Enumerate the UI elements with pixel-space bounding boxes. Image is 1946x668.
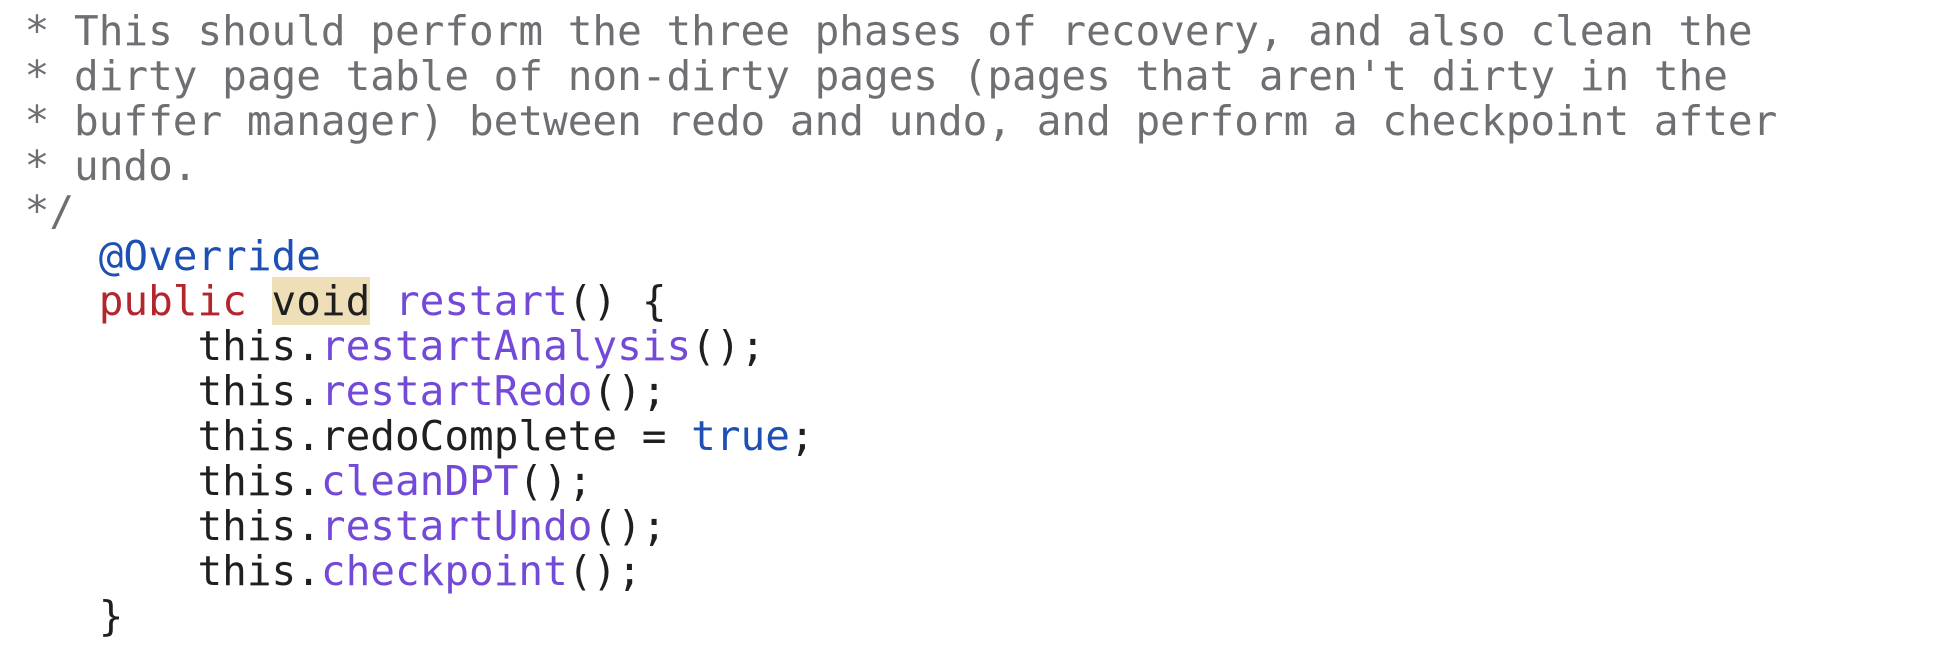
- closing-line: }: [0, 594, 1777, 639]
- receiver: this.: [197, 502, 321, 550]
- closing-brace: }: [98, 592, 124, 640]
- call-suffix: ();: [518, 457, 593, 505]
- code-block: * This should perform the three phases o…: [0, 7, 1778, 639]
- receiver: this.: [197, 547, 321, 595]
- public-keyword: public: [98, 277, 247, 325]
- receiver: this.: [197, 457, 321, 505]
- statement-end: ;: [789, 412, 815, 460]
- method-call-restart-redo: restartRedo: [320, 367, 593, 415]
- method-call-restart-analysis: restartAnalysis: [320, 322, 692, 370]
- receiver: this.: [197, 322, 321, 370]
- receiver: this.: [197, 412, 321, 460]
- doc-comment-line: * This should perform the three phases o…: [0, 7, 1753, 55]
- true-literal: true: [691, 412, 790, 460]
- receiver: this.: [197, 367, 321, 415]
- method-call-checkpoint: checkpoint: [320, 547, 568, 595]
- statement-line: this.restartAnalysis();: [0, 324, 1777, 369]
- annotation-line: @Override: [0, 234, 1777, 279]
- code-editor[interactable]: * This should perform the three phases o…: [0, 0, 1946, 668]
- statement-line: this.checkpoint();: [0, 549, 1777, 594]
- call-suffix: ();: [592, 502, 667, 550]
- doc-comment-line: * dirty page table of non-dirty pages (p…: [0, 52, 1728, 100]
- call-suffix: ();: [567, 547, 642, 595]
- method-call-restart-undo: restartUndo: [320, 502, 593, 550]
- doc-comment-line: * buffer manager) between redo and undo,…: [0, 97, 1778, 145]
- statement-line: this.restartRedo();: [0, 369, 1777, 414]
- call-suffix: ();: [691, 322, 766, 370]
- call-suffix: ();: [592, 367, 667, 415]
- signature-rest: () {: [567, 277, 667, 325]
- field-assignment: redoComplete =: [320, 412, 692, 460]
- doc-comment-end: */: [0, 187, 75, 235]
- restart-method-name: restart: [394, 277, 568, 325]
- method-signature: public void restart() {: [0, 277, 1777, 325]
- statement-line: this.restartUndo();: [0, 504, 1777, 549]
- method-call-clean-dpt: cleanDPT: [320, 457, 519, 505]
- doc-comment-line: * undo.: [0, 142, 198, 190]
- override-annotation: @Override: [98, 232, 321, 280]
- void-return-type: void: [271, 277, 371, 325]
- statement-line: this.cleanDPT();: [0, 459, 1777, 504]
- statement-line: this.redoComplete = true;: [0, 414, 1777, 459]
